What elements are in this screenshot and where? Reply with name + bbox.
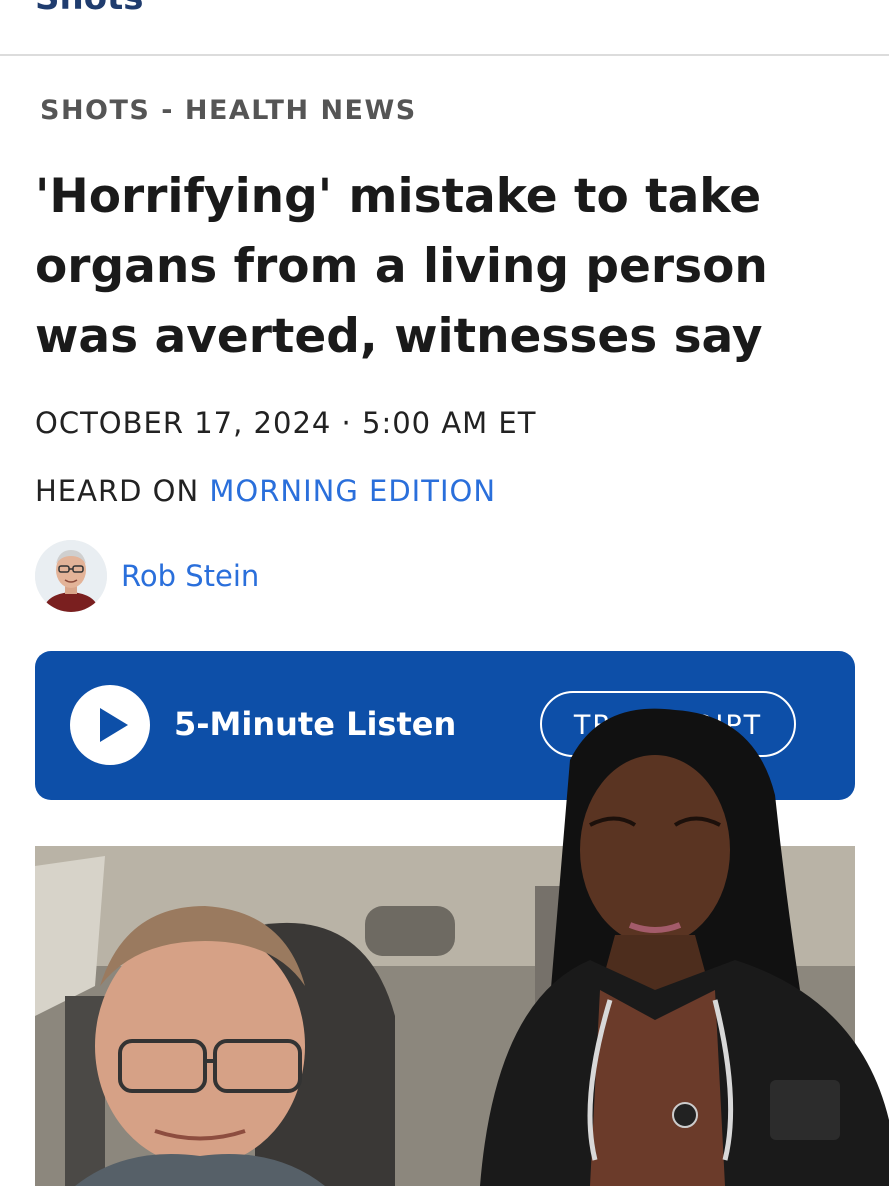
- heard-on-label: HEARD ON: [35, 474, 210, 508]
- section-kicker[interactable]: SHOTS - HEALTH NEWS: [40, 95, 417, 126]
- author-avatar[interactable]: [35, 540, 107, 612]
- author-name-link[interactable]: Rob Stein: [121, 559, 259, 593]
- show-link[interactable]: MORNING EDITION: [209, 474, 496, 508]
- overlay-person-image: [440, 700, 889, 1186]
- play-icon: [100, 708, 128, 742]
- play-button[interactable]: [70, 685, 150, 765]
- article-headline: 'Horrifying' mistake to take organs from…: [35, 169, 768, 364]
- site-header: Shots: [0, 0, 889, 56]
- brand-logo-text[interactable]: Shots: [35, 0, 144, 18]
- article-dateline: OCTOBER 17, 2024 · 5:00 AM ET: [35, 406, 537, 440]
- listen-duration-label[interactable]: 5-Minute Listen: [174, 705, 456, 743]
- heard-on-line: HEARD ON MORNING EDITION: [35, 474, 496, 508]
